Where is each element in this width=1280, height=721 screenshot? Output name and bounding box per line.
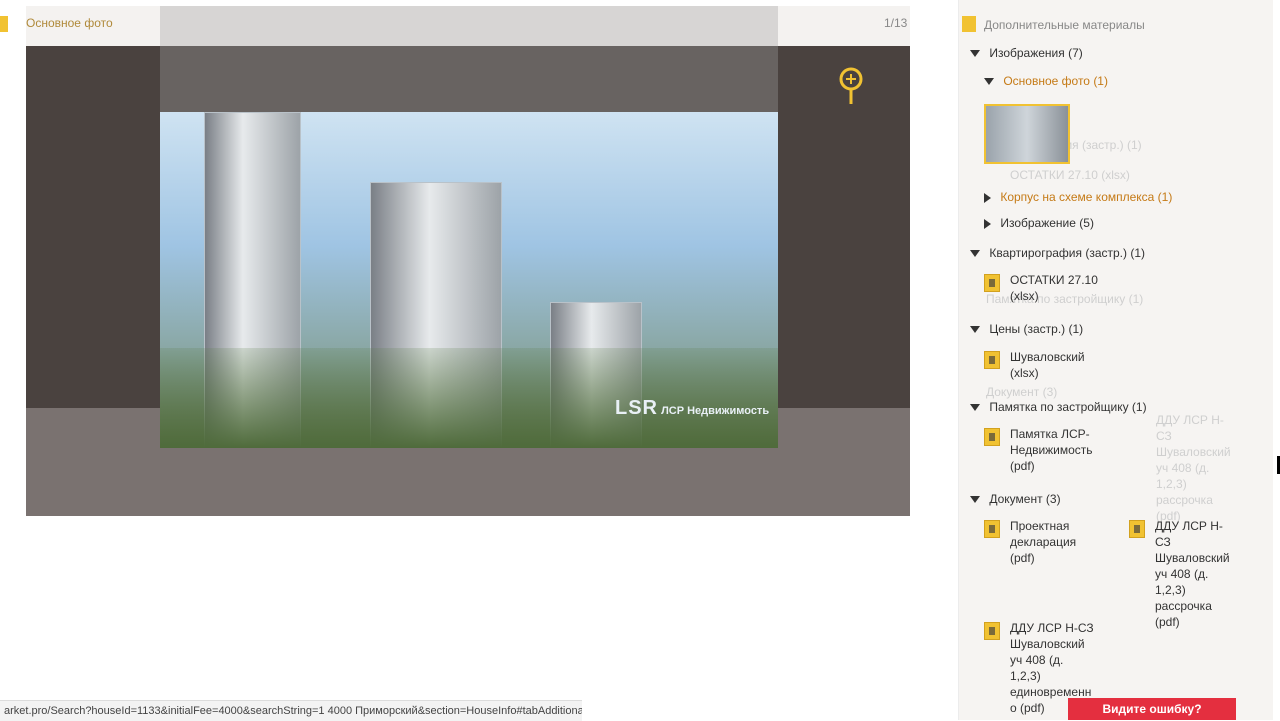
tree-group-building-scheme[interactable]: Корпус на схеме комплекса (1) xyxy=(984,190,1172,204)
watermark-lsr: LSR ЛСР Недвижимость xyxy=(615,397,769,420)
chevron-right-icon xyxy=(984,218,991,229)
watermark-text: ЛСР Недвижимость xyxy=(661,405,770,417)
viewer-counter: 1/13 xyxy=(884,16,908,30)
report-error-button[interactable]: Видите ошибку? xyxy=(1068,698,1236,720)
file-memo-lsr[interactable]: Памятка ЛСР-Недвижимость (pdf) xyxy=(984,426,1110,474)
document-icon xyxy=(984,351,1000,369)
document-icon xyxy=(984,622,1000,640)
file-ddu-installment[interactable]: ДДУ ЛСР Н-СЗ Шуваловский уч 408 (д. 1,2,… xyxy=(1129,518,1237,630)
ghost-text: ДДУ ЛСР Н-СЗ Шуваловский уч 408 (д. 1,2,… xyxy=(1156,413,1231,523)
panel-title: Дополнительные материалы xyxy=(984,18,1145,32)
file-ostatki[interactable]: ОСТАТКИ 27.10 (xlsx) xyxy=(984,272,1110,304)
zoom-in-icon[interactable] xyxy=(836,66,866,108)
chevron-down-icon xyxy=(970,326,980,334)
tree-group-image[interactable]: Изображение (5) xyxy=(984,216,1094,230)
ghost-text: Документ (3) xyxy=(986,385,1058,399)
ghost-text: ОСТАТКИ 27.10 (xlsx) xyxy=(1010,168,1130,182)
main-photo-thumbnail[interactable] xyxy=(984,104,1070,164)
tree-group-apartments[interactable]: Квартирография (застр.) (1) xyxy=(970,246,1145,260)
photo-transition-overlay xyxy=(160,6,778,114)
chevron-right-icon xyxy=(984,192,991,203)
tree-group-developer-memo[interactable]: Памятка по застройщику (1) xyxy=(970,400,1147,414)
main-photo[interactable]: LSR ЛСР Недвижимость xyxy=(160,112,778,448)
document-icon xyxy=(984,520,1000,538)
tree-group-prices[interactable]: Цены (застр.) (1) xyxy=(970,322,1083,336)
file-shuvalovsky[interactable]: Шуваловский (xlsx) xyxy=(984,349,1110,381)
viewer-title: Основное фото xyxy=(26,16,113,30)
tree-group-documents[interactable]: Документ (3) xyxy=(970,492,1061,506)
chevron-down-icon xyxy=(970,404,980,412)
browser-status-url: arket.pro/Search?houseId=1133&initialFee… xyxy=(0,700,582,721)
chevron-down-icon xyxy=(970,250,980,258)
collapse-left-icon[interactable] xyxy=(0,16,8,32)
document-icon xyxy=(962,16,976,32)
watermark-logo: LSR xyxy=(615,397,658,419)
document-icon xyxy=(984,274,1000,292)
document-icon xyxy=(1129,520,1145,538)
document-icon xyxy=(984,428,1000,446)
file-project-declaration[interactable]: Проектная декларация (pdf) xyxy=(984,518,1094,566)
chevron-down-icon xyxy=(984,78,994,86)
chevron-down-icon xyxy=(970,496,980,504)
chevron-down-icon xyxy=(970,50,980,58)
tree-group-main-photo[interactable]: Основное фото (1) xyxy=(984,74,1108,88)
tree-group-images[interactable]: Изображения (7) xyxy=(970,46,1083,60)
